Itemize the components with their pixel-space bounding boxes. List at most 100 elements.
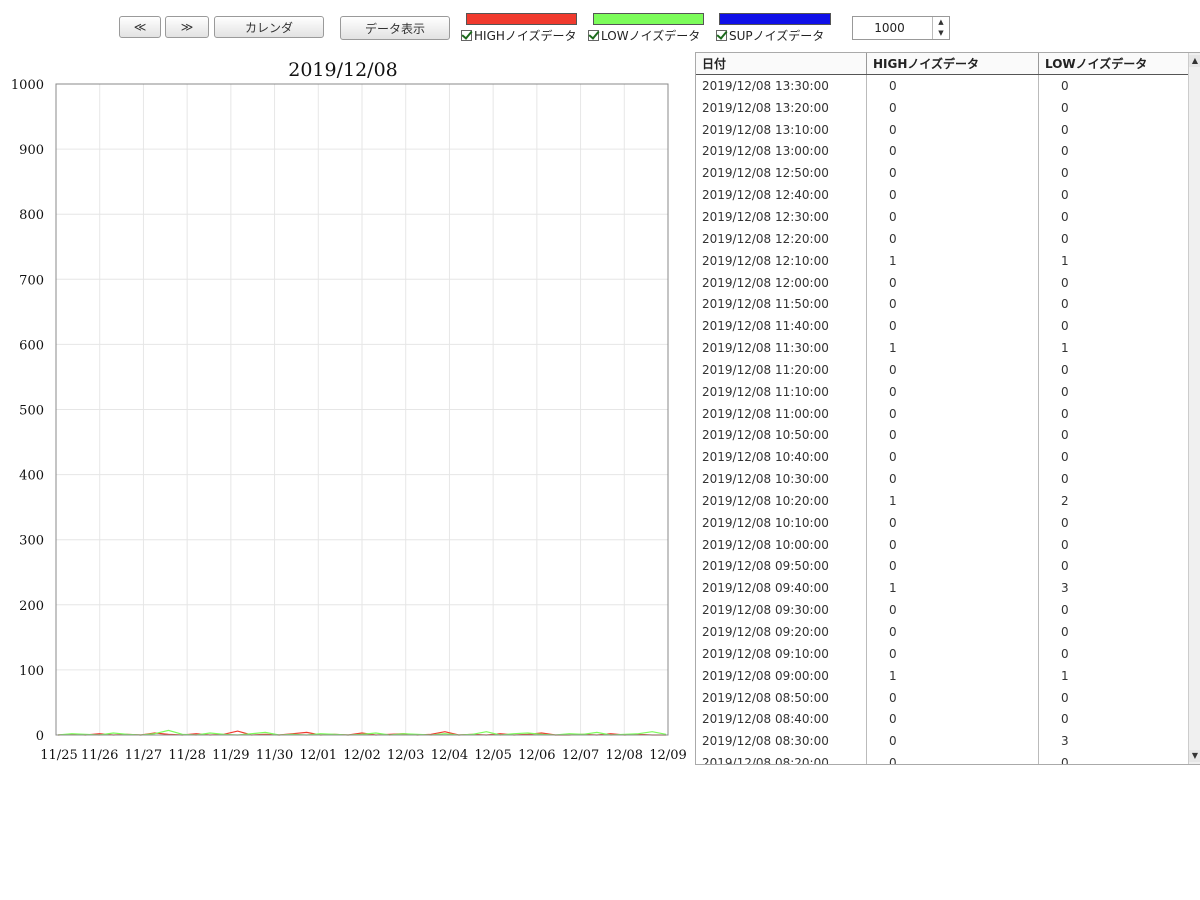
low-noise-checkbox[interactable]: LOWノイズデータ	[588, 27, 700, 43]
cell-date: 2019/12/08 09:00:00	[696, 664, 867, 687]
x-tick-label: 12/09	[649, 748, 686, 763]
cell-low: 0	[1061, 166, 1069, 181]
cell-low: 0	[1061, 625, 1069, 640]
table-row[interactable]: 2019/12/08 09:10:00 0 0	[696, 642, 1189, 665]
cell-low: 0	[1061, 275, 1069, 290]
checkbox-check-icon[interactable]	[461, 29, 472, 41]
table-row[interactable]: 2019/12/08 09:20:00 0 0	[696, 621, 1189, 643]
table-row[interactable]: 2019/12/08 09:40:00 1 3	[696, 577, 1189, 600]
table-row[interactable]: 2019/12/08 12:50:00 0 0	[696, 162, 1189, 185]
table-scrollbar[interactable]: ▲ ▼	[1188, 53, 1200, 764]
data-view-button[interactable]: データ表示	[340, 16, 450, 40]
y-tick-label: 900	[19, 143, 44, 158]
cell-low: 3	[1061, 734, 1069, 749]
calendar-button[interactable]: カレンダ	[214, 16, 324, 38]
table-row[interactable]: 2019/12/08 09:50:00 0 0	[696, 555, 1189, 578]
table-row[interactable]: 2019/12/08 13:10:00 0 0	[696, 118, 1189, 141]
ymax-spinner[interactable]: 1000 ▲ ▼	[852, 16, 950, 40]
cell-low: 1	[1061, 253, 1069, 268]
table-row[interactable]: 2019/12/08 11:30:00 1 1	[696, 337, 1189, 359]
table-row[interactable]: 2019/12/08 08:50:00 0 0	[696, 686, 1189, 709]
header-low[interactable]: LOWノイズデータ	[1039, 53, 1189, 74]
ymax-value[interactable]: 1000	[853, 17, 932, 39]
table-row[interactable]: 2019/12/08 11:50:00 0 0	[696, 293, 1189, 316]
table-row[interactable]: 2019/12/08 11:00:00 0 0	[696, 402, 1189, 425]
table-row[interactable]: 2019/12/08 13:20:00 0 0	[696, 96, 1189, 119]
table-row[interactable]: 2019/12/08 13:00:00 0 0	[696, 140, 1189, 163]
cell-date: 2019/12/08 10:40:00	[696, 446, 867, 469]
cell-high: 0	[867, 686, 1039, 709]
table-row[interactable]: 2019/12/08 09:00:00 1 1	[696, 664, 1189, 687]
x-tick-label: 11/30	[256, 748, 293, 763]
cell-high: 0	[867, 533, 1039, 556]
cell-date: 2019/12/08 10:20:00	[696, 490, 867, 512]
scroll-down-icon[interactable]: ▼	[1189, 750, 1200, 762]
spin-down-icon[interactable]: ▼	[933, 28, 949, 39]
cell-low: 0	[1061, 515, 1069, 530]
table-row[interactable]: 2019/12/08 11:10:00 0 0	[696, 380, 1189, 403]
scroll-up-icon[interactable]: ▲	[1189, 55, 1200, 67]
cell-high: 0	[867, 424, 1039, 447]
table-row[interactable]: 2019/12/08 12:40:00 0 0	[696, 184, 1189, 207]
cell-low: 0	[1061, 144, 1069, 159]
table-row[interactable]: 2019/12/08 12:20:00 0 0	[696, 227, 1189, 250]
table-row[interactable]: 2019/12/08 08:30:00 0 3	[696, 730, 1189, 753]
cell-low: 0	[1061, 406, 1069, 421]
cell-high: 0	[867, 358, 1039, 381]
cell-date: 2019/12/08 12:10:00	[696, 249, 867, 272]
cell-high: 0	[867, 511, 1039, 534]
high-noise-checkbox[interactable]: HIGHノイズデータ	[461, 27, 577, 43]
low-color-swatch[interactable]	[593, 13, 704, 25]
sup-noise-checkbox[interactable]: SUPノイズデータ	[716, 27, 824, 43]
table-row[interactable]: 2019/12/08 10:40:00 0 0	[696, 446, 1189, 469]
cell-low: 0	[1061, 100, 1069, 115]
cell-low: 0	[1061, 559, 1069, 574]
table-row[interactable]: 2019/12/08 10:50:00 0 0	[696, 424, 1189, 447]
prev-button[interactable]: ≪	[119, 16, 161, 38]
cell-high: 0	[867, 96, 1039, 119]
table-row[interactable]: 2019/12/08 10:20:00 1 2	[696, 490, 1189, 512]
cell-date: 2019/12/08 09:50:00	[696, 555, 867, 578]
cell-high: 0	[867, 227, 1039, 250]
cell-high: 1	[867, 337, 1039, 359]
cell-low: 0	[1061, 209, 1069, 224]
checkbox-check-icon[interactable]	[716, 29, 727, 41]
high-color-swatch[interactable]	[466, 13, 577, 25]
table-row[interactable]: 2019/12/08 10:30:00 0 0	[696, 468, 1189, 491]
cell-high: 0	[867, 642, 1039, 665]
cell-low: 0	[1061, 428, 1069, 443]
spin-up-icon[interactable]: ▲	[933, 17, 949, 28]
table-row[interactable]: 2019/12/08 10:00:00 0 0	[696, 533, 1189, 556]
table-header: 日付 HIGHノイズデータ LOWノイズデータ	[696, 53, 1189, 75]
x-tick-label: 12/05	[474, 748, 511, 763]
cell-low: 0	[1061, 472, 1069, 487]
cell-date: 2019/12/08 11:30:00	[696, 337, 867, 359]
cell-date: 2019/12/08 11:50:00	[696, 293, 867, 316]
table-body: 2019/12/08 13:30:00 0 0 2019/12/08 13:20:00…	[696, 75, 1189, 764]
table-row[interactable]: 2019/12/08 12:10:00 1 1	[696, 249, 1189, 272]
next-button[interactable]: ≫	[165, 16, 209, 38]
table-row[interactable]: 2019/12/08 10:10:00 0 0	[696, 511, 1189, 534]
table-row[interactable]: 2019/12/08 08:40:00 0 0	[696, 708, 1189, 731]
table-row[interactable]: 2019/12/08 12:00:00 0 0	[696, 271, 1189, 294]
cell-date: 2019/12/08 13:30:00	[696, 75, 867, 97]
table-row[interactable]: 2019/12/08 09:30:00 0 0	[696, 599, 1189, 622]
header-high[interactable]: HIGHノイズデータ	[867, 53, 1039, 74]
x-tick-label: 12/06	[518, 748, 555, 763]
table-row[interactable]: 2019/12/08 11:20:00 0 0	[696, 358, 1189, 381]
cell-date: 2019/12/08 09:20:00	[696, 621, 867, 643]
cell-low: 0	[1061, 537, 1069, 552]
cell-date: 2019/12/08 11:20:00	[696, 358, 867, 381]
cell-date: 2019/12/08 08:30:00	[696, 730, 867, 753]
cell-high: 0	[867, 118, 1039, 141]
cell-low: 0	[1061, 297, 1069, 312]
table-row[interactable]: 2019/12/08 13:30:00 0 0	[696, 75, 1189, 97]
cell-date: 2019/12/08 11:40:00	[696, 315, 867, 338]
table-row[interactable]: 2019/12/08 11:40:00 0 0	[696, 315, 1189, 338]
table-row[interactable]: 2019/12/08 08:20:00 0 0	[696, 752, 1189, 764]
header-date[interactable]: 日付	[696, 53, 867, 74]
checkbox-check-icon[interactable]	[588, 29, 599, 41]
sup-color-swatch[interactable]	[719, 13, 831, 25]
y-tick-label: 0	[36, 729, 44, 744]
table-row[interactable]: 2019/12/08 12:30:00 0 0	[696, 206, 1189, 228]
